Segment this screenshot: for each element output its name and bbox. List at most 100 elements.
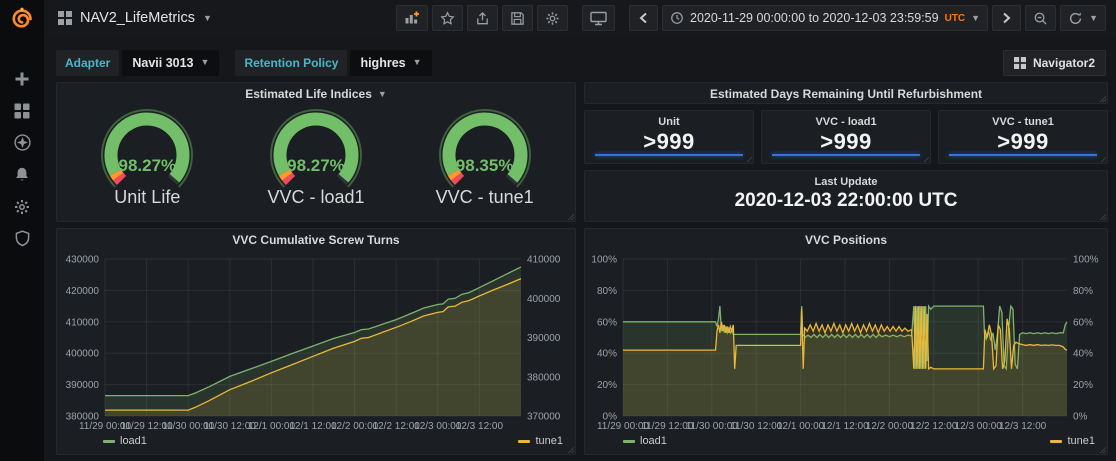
time-shift-back-button[interactable] (629, 5, 658, 31)
time-range-text: 2020-11-29 00:00:00 to 2020-12-03 23:59:… (690, 11, 939, 25)
explore-compass-icon[interactable] (9, 134, 35, 151)
panel-title-estimated-life-indices[interactable]: Estimated Life Indices ▼ (57, 83, 575, 105)
gauge-value: 98.27% (287, 156, 345, 175)
stat-panel-vvc-load1: VVC - load1 >999 (761, 110, 931, 164)
svg-text:380000: 380000 (527, 372, 561, 383)
svg-text:410000: 410000 (527, 255, 561, 266)
gauge-value: 98.27% (118, 156, 177, 175)
refresh-interval-dropdown[interactable]: ▼ (1089, 13, 1098, 23)
variable-adapter-current: Navii 3013 (132, 55, 194, 70)
share-icon (477, 11, 488, 24)
positions-chart[interactable]: 100% 80% 60% 40% 20% 0% 100% 80% 60% 40% 20% 0% 11/2… (585, 251, 1107, 433)
gauge-vvc-load1: 98.27% VVC - load1 (236, 105, 396, 208)
top-navbar: NAV2_LifeMetrics ▼ 2020-11-29 00:00:00 t… (0, 0, 1116, 36)
variable-adapter-value[interactable]: Navii 3013 ▼ (122, 49, 220, 76)
add-panel-button[interactable] (396, 5, 428, 31)
stat-title[interactable]: Unit (585, 116, 753, 128)
svg-text:400000: 400000 (66, 349, 100, 360)
time-range-picker[interactable]: 2020-11-29 00:00:00 to 2020-12-03 23:59:… (662, 5, 989, 31)
svg-text:410000: 410000 (66, 317, 100, 328)
dashboards-icon[interactable] (9, 102, 35, 119)
dashboard-submenu: Adapter Navii 3013 ▼ Retention Policy hi… (56, 49, 1106, 76)
clock-icon (671, 12, 683, 24)
legend-item-tune1[interactable]: tune1 (1050, 435, 1095, 447)
refresh-button[interactable]: ▼ (1060, 5, 1106, 31)
gauge-label: Unit Life (114, 187, 181, 207)
svg-text:390000: 390000 (66, 380, 100, 391)
svg-text:12/3 00:00: 12/3 00:00 (955, 421, 1003, 432)
chevron-left-icon (639, 12, 647, 24)
grafana-flame-icon (12, 7, 32, 28)
svg-text:20%: 20% (1073, 380, 1093, 391)
legend-swatch-yellow (518, 439, 531, 443)
chevron-down-icon: ▼ (200, 57, 210, 67)
legend-item-load1[interactable]: load1 (103, 435, 147, 447)
panel-estimated-life-indices: Estimated Life Indices ▼ 98.27% Unit Lif… (56, 82, 576, 222)
svg-text:12/2 12:00: 12/2 12:00 (910, 421, 958, 432)
panel-days-remaining-header: Estimated Days Remaining Until Refurbish… (584, 82, 1108, 104)
variable-adapter-label: Adapter (56, 49, 120, 76)
dashboard-title: NAV2_LifeMetrics (80, 10, 195, 26)
variable-retention-value[interactable]: highres ▼ (350, 49, 432, 76)
svg-text:12/2 12:00: 12/2 12:00 (373, 421, 421, 432)
variable-retention-current: highres (360, 55, 406, 70)
configuration-gear-icon[interactable] (9, 198, 35, 215)
screw-turns-chart[interactable]: 430000 420000 410000 400000 390000 380000 4100… (57, 251, 575, 433)
gauge-vvc-tune1: 98.35% VVC - tune1 (405, 105, 565, 208)
monitor-icon (590, 11, 607, 25)
star-button[interactable] (432, 5, 463, 31)
save-button[interactable] (502, 5, 533, 31)
tv-mode-button[interactable] (582, 5, 615, 31)
gauge-arc (270, 109, 362, 188)
svg-text:100%: 100% (591, 255, 617, 266)
gauge-arc (101, 109, 194, 188)
legend-swatch-yellow (1050, 439, 1063, 443)
svg-text:40%: 40% (1073, 349, 1093, 360)
svg-text:80%: 80% (597, 286, 617, 297)
panel-title-text: VVC Cumulative Screw Turns (232, 233, 400, 247)
svg-text:60%: 60% (597, 317, 617, 328)
legend-label: tune1 (1067, 435, 1095, 447)
dashboard-settings-button[interactable] (537, 5, 568, 31)
svg-text:100%: 100% (1073, 255, 1099, 266)
zoom-out-time-button[interactable] (1025, 5, 1057, 31)
left-sidebar (0, 36, 44, 461)
svg-text:12/1 12:00: 12/1 12:00 (821, 421, 869, 432)
gauge-unit-life: 98.27% Unit Life (67, 105, 227, 208)
dashboard-title-button[interactable]: NAV2_LifeMetrics ▼ (58, 10, 212, 26)
time-shift-forward-button[interactable] (992, 5, 1022, 31)
panel-title-screw-turns[interactable]: VVC Cumulative Screw Turns (57, 229, 575, 251)
share-button[interactable] (467, 5, 498, 31)
alerting-bell-icon[interactable] (9, 166, 35, 183)
panel-title-last-update[interactable]: Last Update (585, 176, 1107, 188)
svg-text:390000: 390000 (527, 333, 561, 344)
legend-item-load1[interactable]: load1 (623, 435, 667, 447)
panel-vvc-positions: VVC Positions 100% 80% 60% 40% 20% 0% 100% 80% 6… (584, 228, 1108, 455)
legend-label: tune1 (535, 435, 563, 447)
stat-title[interactable]: VVC - tune1 (939, 116, 1107, 128)
svg-text:12/1 00:00: 12/1 00:00 (777, 421, 825, 432)
server-admin-shield-icon[interactable] (9, 230, 35, 247)
grafana-logo[interactable] (0, 0, 44, 36)
svg-text:12/1 00:00: 12/1 00:00 (248, 421, 296, 432)
zoom-out-icon (1034, 12, 1047, 25)
stat-panel-vvc-tune1: VVC - tune1 >999 (938, 110, 1108, 164)
legend-item-tune1[interactable]: tune1 (518, 435, 563, 447)
star-icon (440, 10, 455, 25)
svg-text:12/3 12:00: 12/3 12:00 (456, 421, 504, 432)
chevron-right-icon (1003, 12, 1011, 24)
chevron-down-icon: ▼ (202, 12, 212, 23)
stat-title[interactable]: VVC - load1 (762, 116, 930, 128)
navigator2-link-button[interactable]: Navigator2 (1002, 49, 1106, 76)
legend-label: load1 (120, 435, 147, 447)
stat-sparkline (949, 154, 1097, 156)
panel-title-text: VVC Positions (804, 233, 887, 247)
positions-legend: load1 tune1 (585, 435, 1107, 450)
svg-text:12/1 12:00: 12/1 12:00 (289, 421, 337, 432)
svg-text:60%: 60% (1073, 317, 1093, 328)
panel-title-vvc-positions[interactable]: VVC Positions (585, 229, 1107, 251)
create-plus-icon[interactable] (9, 70, 35, 87)
variable-retention-policy: Retention Policy highres ▼ (235, 49, 432, 76)
dashboard-grid-icon (1013, 56, 1026, 69)
panel-title-days-remaining[interactable]: Estimated Days Remaining Until Refurbish… (585, 83, 1107, 105)
